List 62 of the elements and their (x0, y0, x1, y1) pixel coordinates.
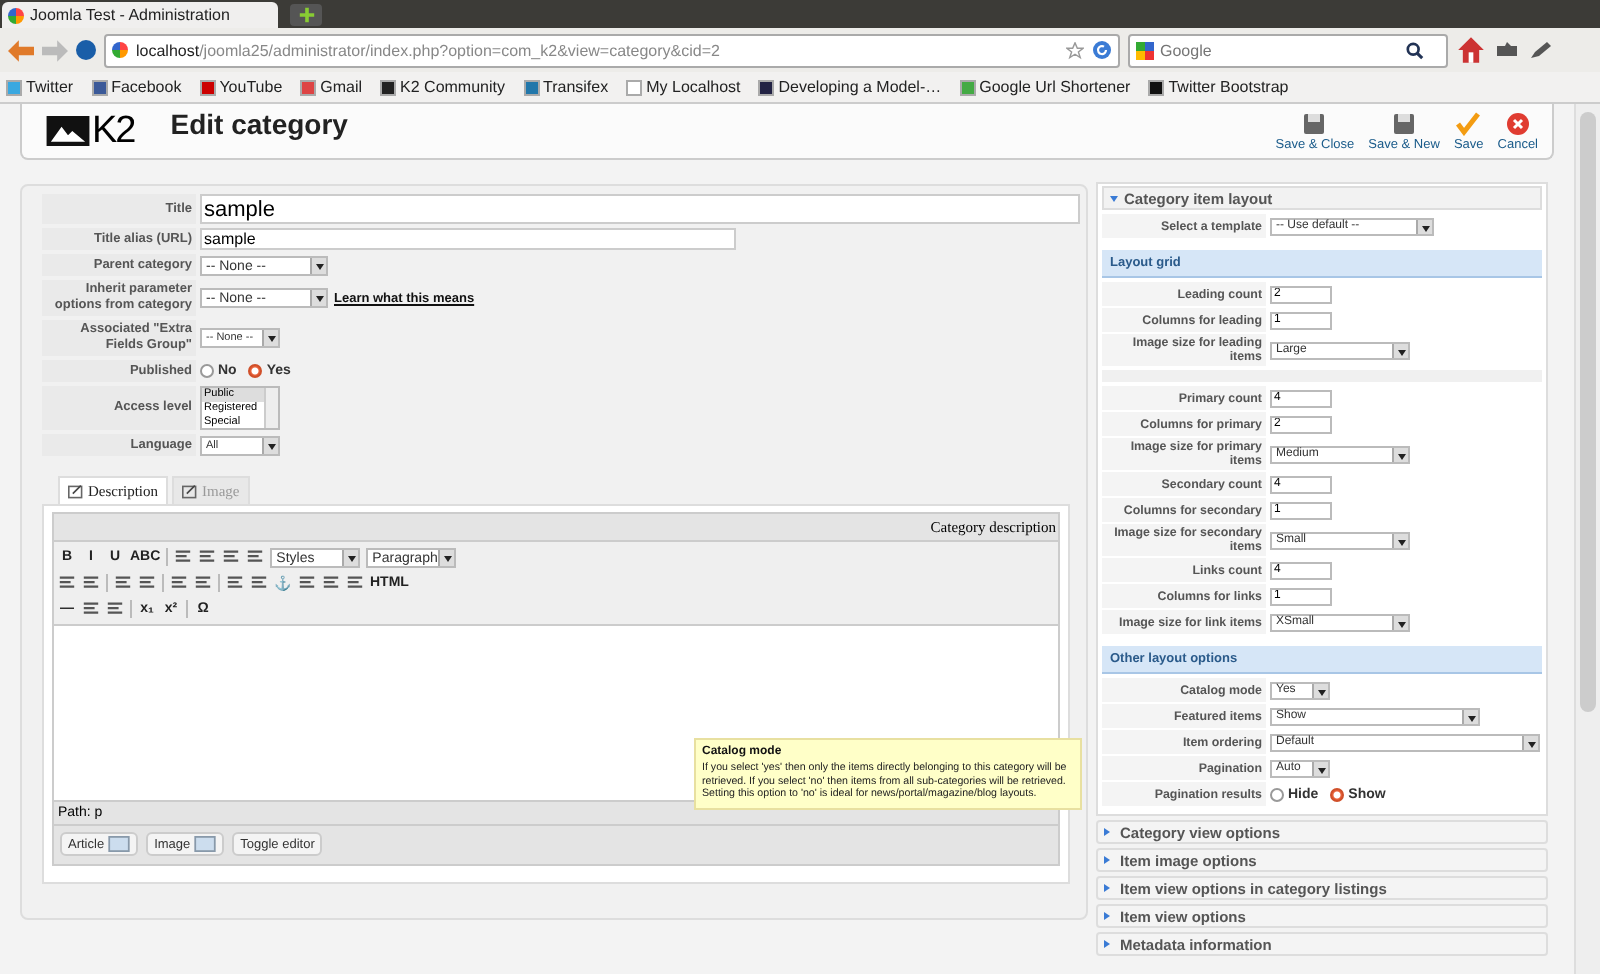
address-bar[interactable]: localhost/joomla25/administrator/index.php?option=com_k2&view=category&cid=2 (104, 33, 1120, 67)
site-icon (91, 79, 108, 95)
radio-button[interactable] (248, 364, 263, 378)
edit-icon (182, 483, 198, 499)
text-field[interactable]: sample (200, 228, 736, 250)
bookmark-link[interactable]: Facebook (91, 78, 182, 96)
site-icon (6, 79, 22, 95)
radio-button[interactable] (1270, 787, 1284, 801)
scrollbar[interactable] (1574, 104, 1600, 974)
k2-logo: K2 (46, 109, 135, 153)
toolbar-icon[interactable] (194, 574, 212, 592)
image-icon (194, 836, 217, 852)
bookmark-link[interactable]: Developing a Model-… (758, 78, 942, 96)
bookmark-link[interactable]: Google Url Shortener (959, 78, 1131, 96)
toolbar-icon[interactable] (298, 574, 316, 592)
toolbar-icon[interactable] (222, 548, 241, 566)
site-icon (626, 79, 643, 95)
new-tab-button[interactable] (290, 4, 322, 26)
site-icon (758, 79, 775, 95)
pen-icon[interactable] (1528, 40, 1554, 60)
search-field[interactable]: Google (1128, 33, 1448, 67)
site-icon (959, 79, 976, 95)
edit-icon (68, 483, 84, 499)
bookmark-link[interactable]: YouTube (199, 78, 283, 96)
toolbar-icon[interactable] (226, 574, 244, 592)
search-icon[interactable] (1406, 41, 1424, 59)
radio-button[interactable] (1330, 787, 1345, 801)
toolbar-icon[interactable] (250, 574, 268, 592)
bookmark-link[interactable]: Twitter Bootstrap (1148, 78, 1289, 96)
toolbar-icon[interactable] (170, 574, 188, 592)
toolbar-icon[interactable] (82, 574, 100, 592)
site-icon (380, 79, 397, 95)
radio-button[interactable] (200, 364, 214, 378)
toolbar-icon[interactable] (346, 574, 364, 592)
bookmark-link[interactable]: K2 Community (380, 78, 505, 96)
toolbar-icon[interactable] (198, 548, 217, 566)
toolbar-icon[interactable] (82, 600, 100, 618)
home-icon[interactable] (1456, 36, 1486, 64)
site-icon (300, 79, 317, 95)
site-icon (523, 79, 539, 95)
bookmark-link[interactable]: Transifex (523, 78, 609, 96)
toolbar-icon[interactable] (58, 574, 76, 592)
star-icon[interactable] (1066, 41, 1084, 59)
image-icon (108, 836, 131, 852)
toolbar-icon[interactable] (114, 574, 132, 592)
browser-tab[interactable]: Joomla Test - Administration (2, 2, 278, 28)
toolbar-icon[interactable] (322, 574, 340, 592)
reload-icon[interactable] (1092, 40, 1112, 60)
bookmark-link[interactable]: Twitter (6, 78, 74, 96)
checkmark-icon (1456, 111, 1481, 135)
close-icon (1505, 111, 1530, 135)
back-arrow-icon[interactable] (8, 39, 34, 61)
text-field[interactable]: sample (200, 194, 1080, 224)
site-icon (1148, 79, 1165, 95)
toolbar-icon[interactable] (174, 548, 193, 566)
page-title: Edit category (170, 107, 350, 139)
toolbar-icon[interactable] (138, 574, 156, 592)
toolbar-icon[interactable] (106, 600, 124, 618)
toolbar-icon[interactable] (246, 548, 265, 566)
bookmark-link[interactable]: My Localhost (626, 78, 741, 96)
bookmark-link[interactable]: Gmail (300, 78, 363, 96)
site-icon (199, 79, 216, 95)
